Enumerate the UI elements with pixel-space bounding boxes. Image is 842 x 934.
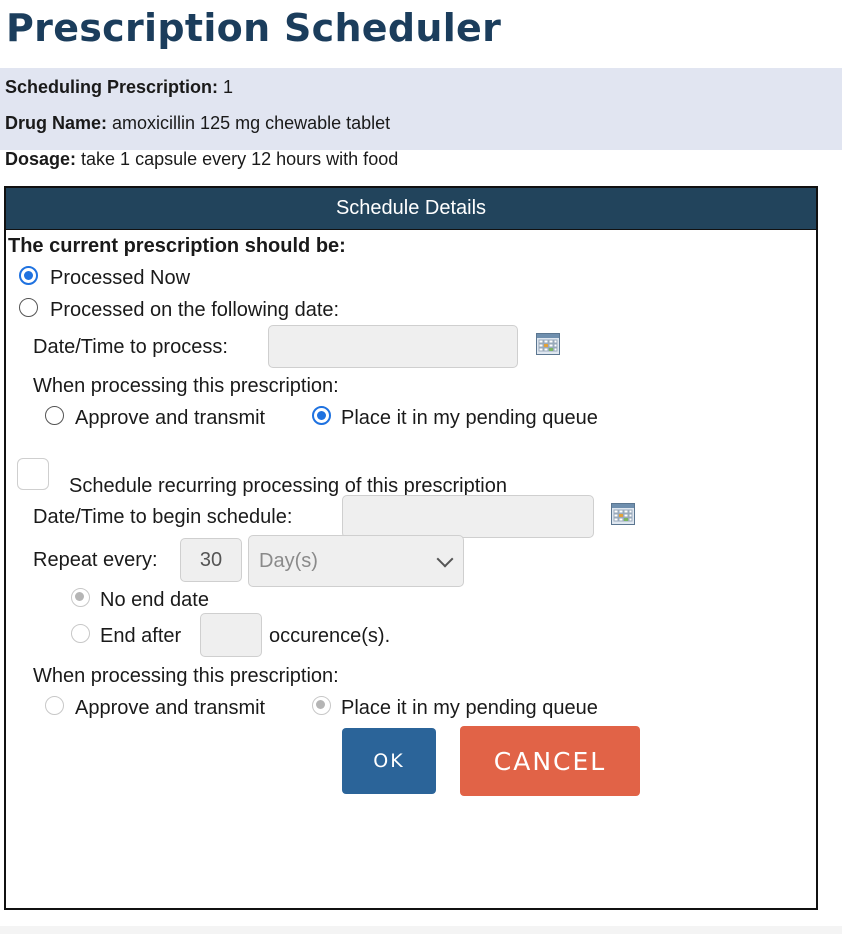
repeat-unit-select[interactable]: Day(s) (248, 535, 464, 587)
begin-schedule-input[interactable] (342, 495, 594, 538)
recurring-checkbox[interactable] (17, 458, 49, 490)
end-after-occurrences-input[interactable] (200, 613, 262, 657)
scheduling-prescription-value: 1 (223, 77, 234, 97)
processed-now-radio[interactable] (19, 266, 38, 285)
when-processing-label: When processing this prescription: (33, 375, 339, 397)
scheduling-prescription-line: Scheduling Prescription: 1 (5, 77, 233, 98)
end-after-radio[interactable] (71, 624, 90, 643)
approve-transmit-radio[interactable] (45, 406, 64, 425)
begin-schedule-label: Date/Time to begin schedule: (33, 506, 293, 528)
no-end-date-label[interactable]: No end date (100, 589, 209, 612)
processed-now-label[interactable]: Processed Now (50, 267, 190, 290)
calendar-icon[interactable] (611, 503, 635, 525)
page-footer-strip (0, 926, 842, 934)
approve-transmit-label[interactable]: Approve and transmit (75, 407, 265, 430)
page-title: Prescription Scheduler (6, 6, 502, 50)
processed-on-date-radio[interactable] (19, 298, 38, 317)
dosage-line: Dosage: take 1 capsule every 12 hours wi… (5, 149, 398, 170)
ok-button[interactable]: OK (342, 728, 436, 794)
end-after-label[interactable]: End after (100, 625, 181, 648)
processing-question: The current prescription should be: (8, 235, 346, 257)
recurring-approve-transmit-radio[interactable] (45, 696, 64, 715)
pending-queue-radio[interactable] (312, 406, 331, 425)
date-time-process-label: Date/Time to process: (33, 336, 228, 358)
chevron-down-icon (436, 550, 454, 568)
date-time-process-input[interactable] (268, 325, 518, 368)
dosage-label: Dosage: (5, 149, 77, 169)
occurrences-label: occurence(s). (269, 625, 391, 647)
dosage-value: take 1 capsule every 12 hours with food (81, 149, 399, 169)
pending-queue-label[interactable]: Place it in my pending queue (341, 407, 598, 430)
repeat-interval-input[interactable]: 30 (180, 538, 242, 582)
recurring-pending-queue-radio[interactable] (312, 696, 331, 715)
scheduling-prescription-label: Scheduling Prescription: (5, 77, 219, 97)
drug-name-value: amoxicillin 125 mg chewable tablet (112, 113, 391, 133)
no-end-date-radio[interactable] (71, 588, 90, 607)
repeat-every-label: Repeat every: (33, 549, 158, 571)
cancel-button[interactable]: CANCEL (460, 726, 640, 796)
drug-name-line: Drug Name: amoxicillin 125 mg chewable t… (5, 113, 390, 134)
processed-on-date-label[interactable]: Processed on the following date: (50, 299, 339, 322)
calendar-icon[interactable] (536, 333, 560, 355)
recurring-approve-transmit-label[interactable]: Approve and transmit (75, 697, 265, 720)
drug-name-label: Drug Name: (5, 113, 108, 133)
repeat-unit-value: Day(s) (259, 549, 318, 572)
recurring-when-processing-label: When processing this prescription: (33, 665, 339, 687)
recurring-pending-queue-label[interactable]: Place it in my pending queue (341, 697, 598, 720)
schedule-details-header: Schedule Details (6, 188, 816, 230)
